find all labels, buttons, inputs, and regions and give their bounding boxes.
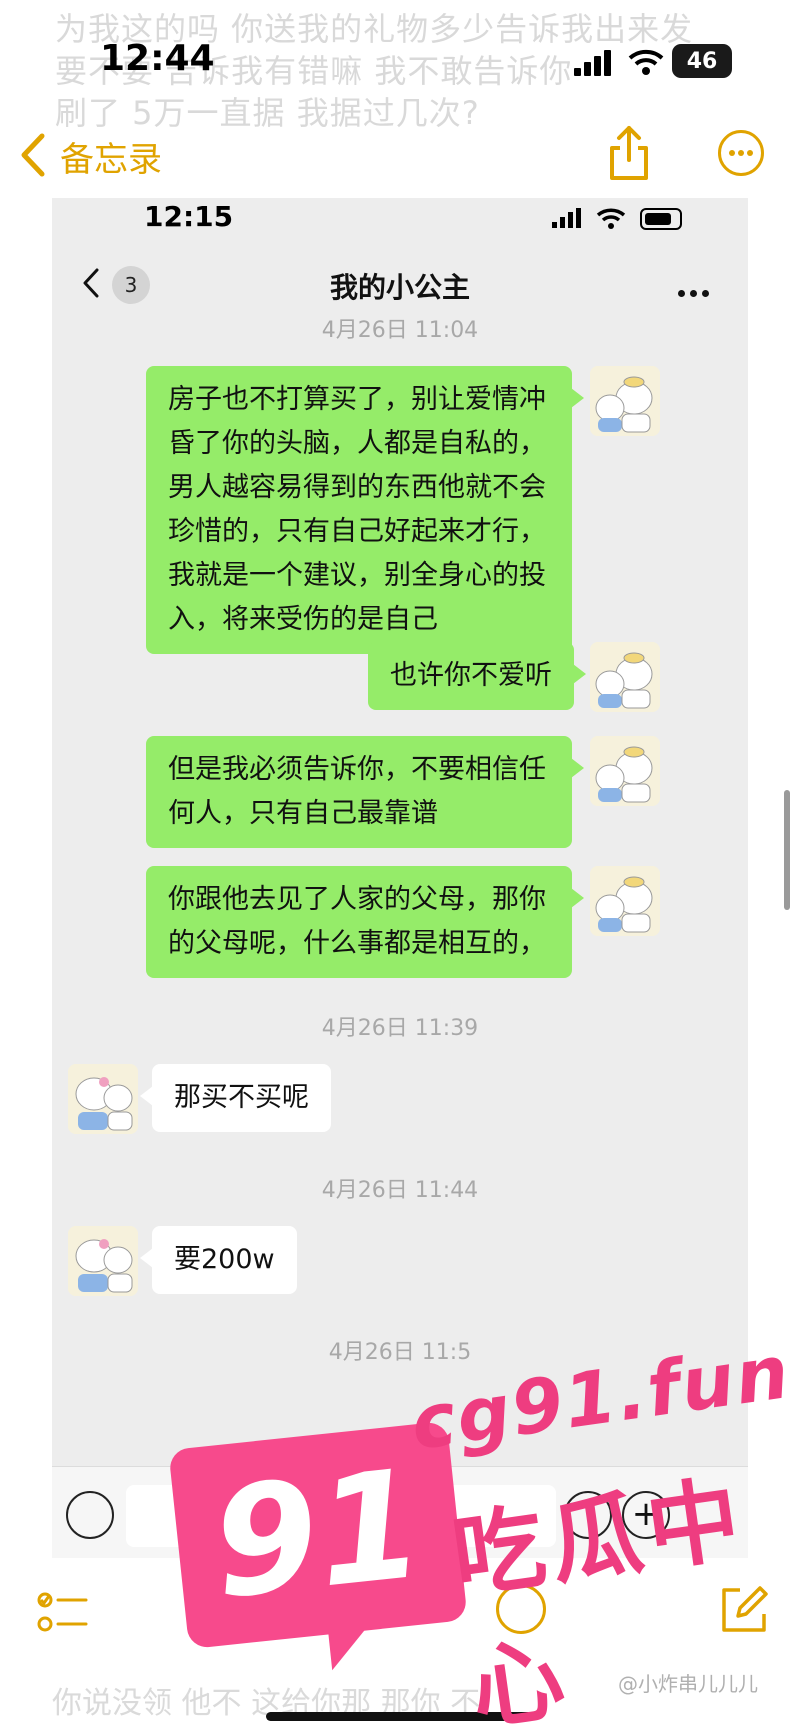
cartoon-cat-avatar-icon bbox=[590, 866, 660, 936]
notes-nav-bar: 备忘录 bbox=[0, 120, 800, 190]
chat-message[interactable]: 但是我必须告诉你，不要相信任何人，只有自己最靠谱 bbox=[146, 736, 584, 848]
battery-icon: 46 bbox=[672, 44, 732, 78]
chat-status-bar: 12:15 bbox=[52, 198, 748, 242]
chat-message[interactable]: 那买不买呢 bbox=[140, 1064, 331, 1132]
watermark-site-name: 吃瓜中心 bbox=[446, 1464, 753, 1736]
message-timestamp: 4月26日 11:44 bbox=[321, 1178, 479, 1203]
more-dots-icon[interactable] bbox=[678, 282, 714, 301]
cartoon-cat-avatar-icon bbox=[590, 642, 660, 712]
chevron-left-icon[interactable] bbox=[18, 132, 48, 178]
chat-message[interactable]: 房子也不打算买了，别让爱情冲昏了你的头脑，人都是自私的，男人越容易得到的东西他就… bbox=[146, 366, 584, 654]
chat-message[interactable]: 你跟他去见了人家的父母，那你的父母呢，什么事都是相互的， bbox=[146, 866, 584, 978]
avatar[interactable] bbox=[68, 1226, 138, 1296]
more-options-icon[interactable] bbox=[718, 130, 764, 176]
avatar[interactable] bbox=[590, 366, 660, 436]
wifi-icon bbox=[628, 49, 664, 75]
back-button[interactable]: 备忘录 bbox=[60, 132, 162, 181]
status-time: 12:44 bbox=[100, 38, 215, 79]
avatar[interactable] bbox=[590, 642, 660, 712]
avatar[interactable] bbox=[68, 1064, 138, 1134]
checklist-icon[interactable] bbox=[36, 1586, 90, 1640]
share-icon[interactable] bbox=[604, 124, 654, 182]
cellular-signal-icon bbox=[552, 208, 581, 228]
status-bar: 12:44 46 bbox=[0, 30, 800, 90]
chat-message[interactable]: 也许你不爱听 bbox=[368, 642, 586, 710]
wifi-icon bbox=[596, 208, 626, 229]
message-timestamp: 4月26日 11:04 bbox=[321, 318, 479, 343]
cartoon-cat-avatar-icon bbox=[590, 736, 660, 806]
chat-status-time: 12:15 bbox=[144, 200, 234, 233]
chat-header: 3 我的小公主 bbox=[52, 254, 748, 314]
cartoon-cat-avatar-icon bbox=[590, 366, 660, 436]
scrollbar[interactable] bbox=[784, 790, 790, 910]
cartoon-cat-avatar-icon bbox=[68, 1226, 138, 1296]
chat-message[interactable]: 要200w bbox=[140, 1226, 297, 1294]
message-timestamp: 4月26日 11:39 bbox=[321, 1016, 479, 1041]
avatar[interactable] bbox=[590, 736, 660, 806]
cartoon-cat-avatar-icon bbox=[68, 1064, 138, 1134]
cellular-signal-icon bbox=[574, 50, 611, 76]
avatar[interactable] bbox=[590, 866, 660, 936]
battery-icon bbox=[640, 208, 682, 230]
voice-icon[interactable] bbox=[66, 1491, 114, 1539]
chat-title: 我的小公主 bbox=[329, 271, 470, 304]
